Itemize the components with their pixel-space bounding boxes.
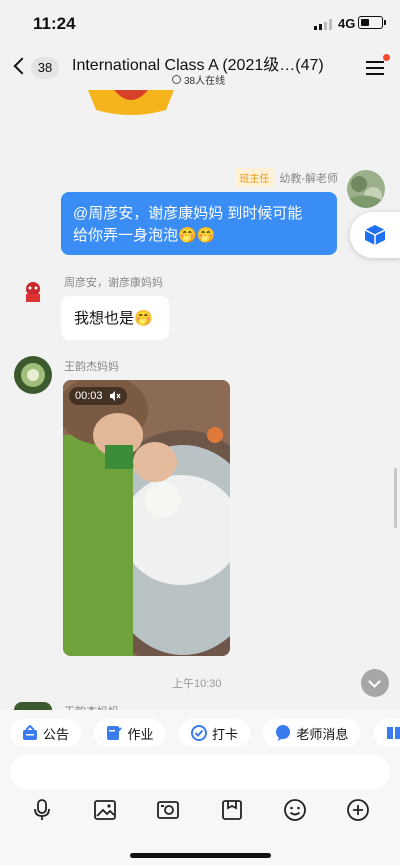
cube-icon (364, 225, 386, 245)
reply-message-bubble[interactable]: 我想也是🤭 (61, 296, 169, 340)
teacher-name: 幼教-解老师 (279, 172, 338, 185)
message-input[interactable] (10, 755, 390, 789)
teacher-avatar[interactable] (347, 170, 385, 208)
teacher-message-line2: 给你弄一身泡泡🤭🤭 (73, 227, 216, 244)
chip-book[interactable]: 书 (373, 719, 400, 747)
video-sender-name: 王韵杰妈妈 (64, 361, 119, 373)
camera-icon[interactable] (156, 798, 180, 822)
bottom-toolbar: 公告 作业 打卡 老师消息 书 (0, 710, 400, 865)
checkin-icon (190, 725, 207, 741)
scroll-down-button[interactable] (361, 669, 389, 697)
status-bar: 11:24 4G (0, 0, 400, 46)
online-icon (172, 75, 181, 84)
floating-app-button[interactable] (350, 212, 400, 258)
parent-avatar[interactable] (14, 272, 52, 310)
crown-sticker (88, 90, 174, 115)
reply-sender-name: 周彦安，谢彦康妈妈 (64, 277, 163, 289)
chat-header: 38 International Class A (2021级…(47) 38人… (0, 46, 400, 90)
reply-message-text: 我想也是🤭 (74, 310, 153, 327)
chip-label: 公告 (43, 726, 70, 742)
chip-label: 打卡 (211, 726, 238, 742)
online-status: 38人在线 (172, 72, 225, 87)
chip-checkin[interactable]: 打卡 (178, 719, 250, 747)
unread-count-badge: 38 (31, 57, 59, 79)
emoji-icon[interactable] (283, 798, 307, 822)
files-icon[interactable] (220, 798, 244, 822)
video-thumbnail (63, 380, 230, 656)
back-button[interactable]: 38 (13, 56, 60, 80)
notification-dot (383, 54, 390, 61)
partial-sender-name: 王韵杰妈妈 (64, 703, 119, 710)
homework-icon (107, 726, 123, 740)
chip-label: 老师消息 (296, 726, 349, 742)
video-message[interactable]: 00:03 (63, 380, 230, 656)
teacher-message-line1: @周彦安，谢彦康妈妈 到时候可能 (73, 205, 303, 222)
scrollbar[interactable] (394, 468, 397, 528)
chevron-down-icon (368, 675, 381, 688)
book-icon (386, 727, 400, 739)
time-marker: 上午10:30 (172, 678, 222, 690)
quick-actions: 公告 作业 打卡 老师消息 书 (10, 719, 400, 747)
image-icon[interactable] (93, 798, 117, 822)
signal-icon (314, 19, 332, 30)
input-actions (0, 798, 400, 824)
menu-button[interactable] (364, 54, 390, 78)
network-type: 4G (338, 16, 356, 31)
teacher-message-icon (276, 725, 291, 741)
chip-announcement[interactable]: 公告 (10, 719, 82, 747)
chip-teacher-messages[interactable]: 老师消息 (263, 719, 361, 747)
chip-homework[interactable]: 作业 (94, 719, 166, 747)
home-indicator (130, 853, 271, 858)
chip-label: 作业 (127, 726, 154, 742)
status-time: 11:24 (33, 14, 76, 33)
muted-icon (109, 391, 121, 401)
online-count: 38人在线 (184, 76, 226, 87)
plus-icon[interactable] (346, 798, 370, 822)
announcement-icon (23, 725, 37, 740)
video-duration-text: 00:03 (75, 390, 103, 402)
teacher-message-bubble[interactable]: @周彦安，谢彦康妈妈 到时候可能 给你弄一身泡泡🤭🤭 (61, 192, 337, 255)
teacher-label: 班主任 幼教-解老师 (235, 168, 338, 187)
microphone-icon[interactable] (30, 798, 54, 822)
video-sender-avatar[interactable] (14, 356, 52, 394)
role-tag: 班主任 (235, 168, 274, 187)
partial-avatar (14, 702, 52, 710)
battery-icon (358, 16, 386, 29)
video-duration: 00:03 (69, 387, 127, 405)
chevron-left-icon (13, 57, 31, 75)
